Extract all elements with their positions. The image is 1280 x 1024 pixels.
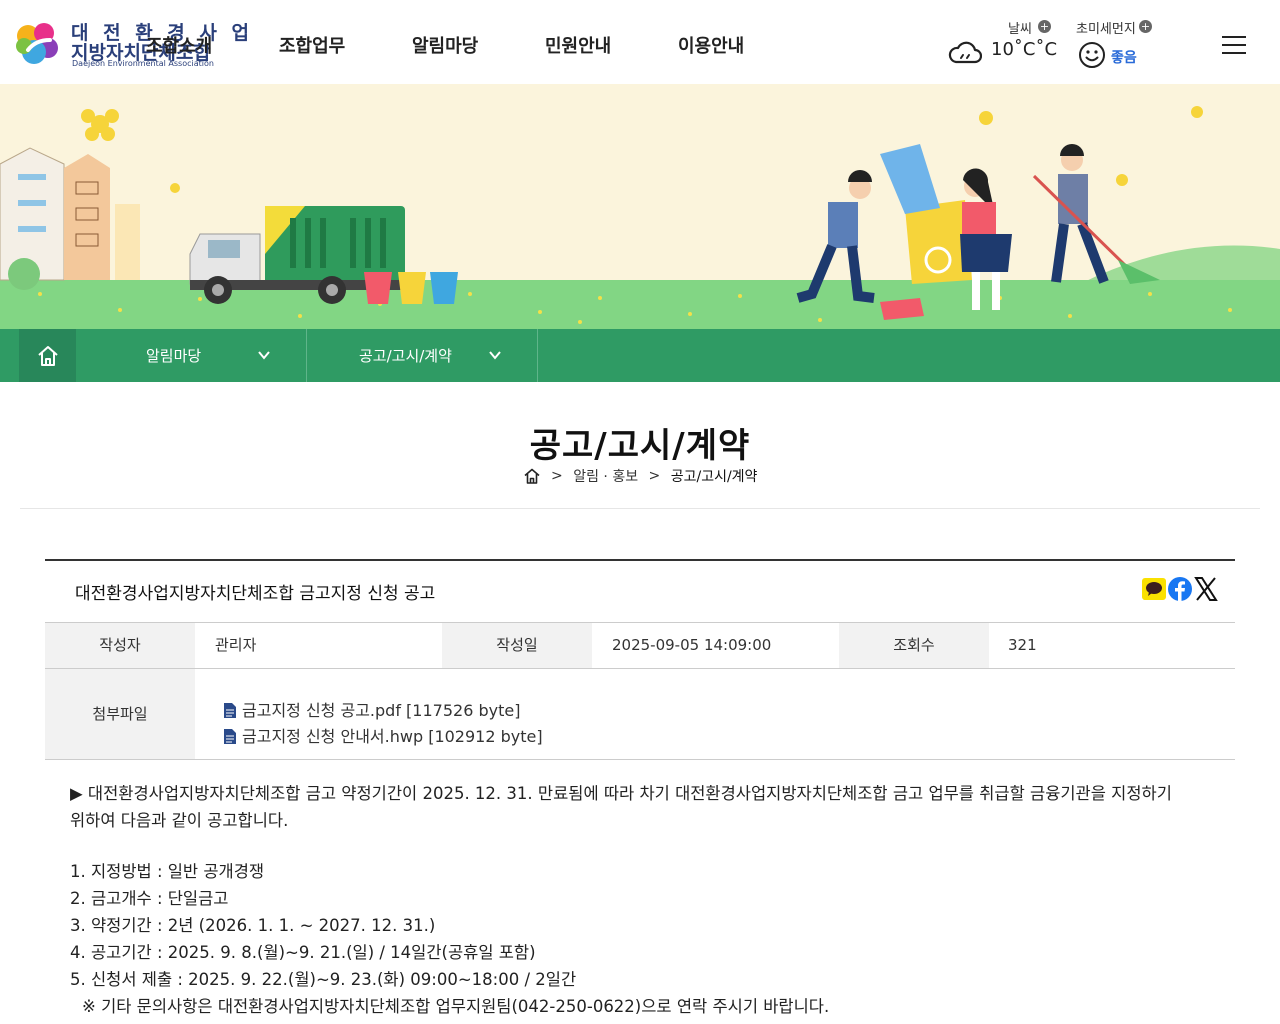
post-info-row: 작성자 관리자 작성일 2025-09-05 14:09:00 조회수 321 bbox=[45, 623, 1235, 669]
depth2-label: 공고/고시/계약 bbox=[359, 347, 452, 365]
content-list-item: 2. 금고개수 : 단일금고 bbox=[70, 889, 229, 908]
content-list-item: 1. 지정방법 : 일반 공개경쟁 bbox=[70, 862, 265, 881]
fine-dust-more-icon[interactable]: + bbox=[1139, 20, 1152, 33]
location-bar: 알림마당 공고/고시/계약 bbox=[0, 329, 1280, 382]
weather-more-icon[interactable]: + bbox=[1038, 20, 1051, 33]
x-share-icon[interactable] bbox=[1193, 576, 1219, 602]
subject-row: 대전환경사업지방자치단체조합 금고지정 신청 공고 bbox=[45, 561, 1235, 623]
logo-subtitle: Daejeon Environmental Association bbox=[72, 59, 214, 68]
home-icon bbox=[37, 345, 58, 366]
breadcrumb-separator: > bbox=[551, 468, 563, 484]
fine-dust-status: 좋음 bbox=[1111, 50, 1137, 66]
content-list-item: 4. 공고기간 : 2025. 9. 8.(월)~9. 21.(일) / 14일… bbox=[70, 943, 536, 962]
post-content: ▶ 대전환경사업지방자치단체조합 금고 약정기간이 2025. 12. 31. … bbox=[70, 780, 1220, 1020]
cloud-icon bbox=[948, 41, 982, 64]
date-label: 작성일 bbox=[442, 623, 592, 668]
home-button[interactable] bbox=[19, 329, 76, 382]
content-list-item: 5. 신청서 제출 : 2025. 9. 22.(월)~9. 23.(화) 09… bbox=[70, 970, 577, 989]
content-paragraph: ▶ 대전환경사업지방자치단체조합 금고 약정기간이 2025. 12. 31. … bbox=[70, 784, 1172, 803]
weather-widget[interactable]: 날씨 + 10˚C˚C bbox=[948, 16, 1058, 76]
content-list-item: 3. 약정기간 : 2년 (2026. 1. 1. ~ 2027. 12. 31… bbox=[70, 916, 436, 935]
content-note: ※ 기타 문의사항은 대전환경사업지방자치단체조합 업무지원팀(042-250-… bbox=[82, 997, 830, 1016]
attachment-link[interactable]: 금고지정 신청 공고.pdf [117526 byte] bbox=[223, 697, 520, 721]
date-value: 2025-09-05 14:09:00 bbox=[612, 636, 772, 654]
file-icon bbox=[224, 703, 236, 718]
post-subject: 대전환경사업지방자치단체조합 금고지정 신청 공고 bbox=[75, 584, 436, 604]
depth1-label: 알림마당 bbox=[146, 347, 202, 365]
breadcrumb-separator: > bbox=[648, 468, 661, 484]
nav-about[interactable]: 조합소개 bbox=[146, 32, 212, 58]
attachment-name: 금고지정 신청 공고.pdf [117526 byte] bbox=[242, 701, 521, 720]
breadcrumb-home-icon[interactable] bbox=[523, 467, 541, 485]
nav-guide[interactable]: 이용안내 bbox=[678, 32, 744, 58]
facebook-share-icon[interactable] bbox=[1167, 576, 1193, 602]
smile-face-icon bbox=[1079, 42, 1105, 68]
weather-temperature: 10˚C˚C bbox=[991, 39, 1058, 60]
banner-illustration bbox=[0, 84, 1280, 330]
page-title: 공고/고시/계약 bbox=[529, 426, 751, 466]
board-view: 대전환경사업지방자치단체조합 금고지정 신청 공고 작성자 관리자 작성일 20… bbox=[45, 559, 1235, 760]
depth2-dropdown[interactable]: 공고/고시/계약 bbox=[307, 329, 538, 382]
site-header: 대 전 환 경 사 업 지방자치단체조합 Daejeon Environment… bbox=[0, 0, 1280, 84]
fine-dust-label: 초미세먼지 bbox=[1076, 22, 1136, 37]
nav-civil[interactable]: 민원안내 bbox=[545, 32, 611, 58]
depth1-dropdown[interactable]: 알림마당 bbox=[76, 329, 307, 382]
breadcrumb-parent[interactable]: 알림 · 홍보 bbox=[573, 466, 638, 486]
file-icon bbox=[224, 729, 236, 744]
views-value: 321 bbox=[1008, 636, 1037, 654]
breadcrumb-current: 공고/고시/계약 bbox=[670, 469, 758, 485]
views-label: 조회수 bbox=[839, 623, 989, 668]
kakaotalk-share-icon[interactable] bbox=[1141, 576, 1167, 602]
author-label: 작성자 bbox=[45, 623, 195, 668]
logo-mark-icon bbox=[16, 23, 58, 64]
weather-label: 날씨 bbox=[1008, 22, 1032, 37]
attachment-row: 첨부파일 금고지정 신청 공고.pdf [117526 byte] 금고지정 신… bbox=[45, 669, 1235, 760]
nav-notice[interactable]: 알림마당 bbox=[412, 32, 478, 58]
chevron-down-icon bbox=[489, 351, 501, 360]
author-value: 관리자 bbox=[215, 636, 257, 654]
share-buttons bbox=[1141, 576, 1221, 602]
attachment-label: 첨부파일 bbox=[45, 669, 195, 759]
attachment-name: 금고지정 신청 안내서.hwp [102912 byte] bbox=[242, 727, 543, 746]
breadcrumb: > 알림 · 홍보 > 공고/고시/계약 bbox=[0, 466, 1280, 486]
fine-dust-widget[interactable]: 초미세먼지 + 좋음 bbox=[1076, 16, 1166, 76]
attachment-link[interactable]: 금고지정 신청 안내서.hwp [102912 byte] bbox=[223, 723, 543, 747]
chevron-down-icon bbox=[258, 351, 270, 360]
content-paragraph: 위하여 다음과 같이 공고합니다. bbox=[70, 811, 289, 830]
nav-business[interactable]: 조합업무 bbox=[279, 32, 345, 58]
title-divider bbox=[20, 508, 1260, 509]
hamburger-menu-icon[interactable] bbox=[1222, 36, 1246, 56]
sub-visual-banner bbox=[0, 84, 1280, 330]
